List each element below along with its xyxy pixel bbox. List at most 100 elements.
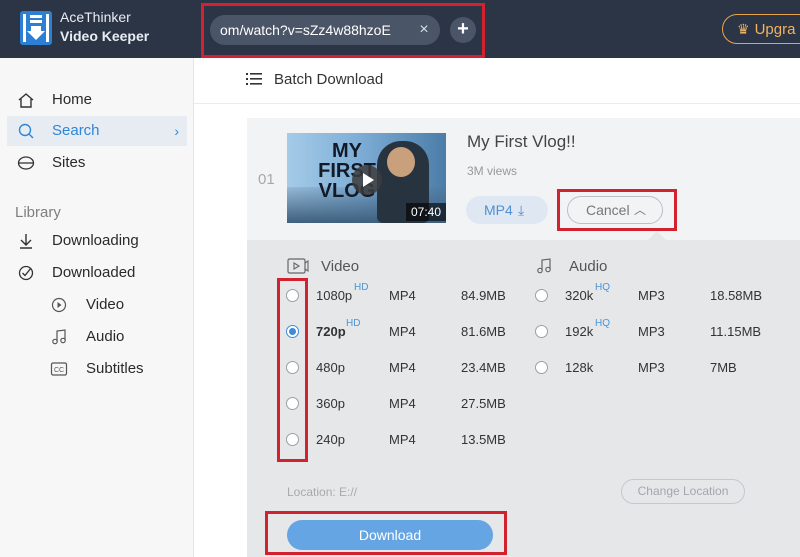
sidebar-item-label: Sites [52,154,86,171]
clear-url-icon[interactable]: × [414,20,434,40]
sidebar-item-label: Search [52,122,100,139]
play-icon[interactable] [352,165,382,195]
video-duration: 07:40 [406,203,447,221]
upgrade-label: Upgra [754,21,796,38]
video-section-heading: Video [287,258,359,276]
option-size: 23.4MB [461,360,506,375]
option-size: 81.6MB [461,324,506,339]
option-size: 11.15MB [710,324,762,339]
sidebar-item-downloading[interactable]: Downloading [7,226,187,256]
format-download-button[interactable]: MP4 ⤓ [466,196,548,224]
sidebar-item-home[interactable]: Home [7,85,187,115]
option-format: MP3 [638,324,665,339]
audio-heading-label: Audio [569,258,608,275]
app-logo-icon [20,11,52,45]
app-name: AceThinker Video Keeper [60,8,149,46]
sidebar-item-label: Downloaded [52,264,136,281]
option-quality: 128k [565,360,594,375]
option-format: MP4 [389,432,416,447]
sidebar-item-video[interactable]: Video [50,293,124,317]
video-option-radio-1080p[interactable] [286,289,299,302]
option-quality: 320k [565,288,594,303]
panel-pointer [648,231,666,240]
video-option-radio-240p[interactable] [286,433,299,446]
option-format: MP4 [389,360,416,375]
option-size: 7MB [710,360,737,375]
video-option-row[interactable]: 240p MP4 13.5MB [286,430,516,450]
option-quality: 360p [316,396,345,411]
audio-option-radio-192k[interactable] [535,325,548,338]
search-icon [18,123,34,139]
audio-option-row[interactable]: 192k HQ MP3 11.15MB [535,318,775,342]
audio-option-radio-320k[interactable] [535,289,548,302]
option-quality: 480p [316,360,345,375]
option-size: 13.5MB [461,432,506,447]
change-location-button[interactable]: Change Location [621,479,745,504]
url-input[interactable]: om/watch?v=sZz4w88hzoE [210,15,440,45]
chevron-right-icon: › [174,123,179,139]
home-icon [18,93,34,108]
app-name-line1: AceThinker [60,9,131,25]
hq-badge: HQ [595,282,610,293]
video-option-row[interactable]: 360p MP4 27.5MB [286,394,516,414]
save-location: Location: E:// [287,485,358,499]
audio-option-radio-128k[interactable] [535,361,548,374]
format-label: MP4 [484,202,513,218]
sidebar-item-downloaded[interactable]: Downloaded [7,258,187,288]
download-button[interactable]: Download [287,520,493,550]
video-heading-label: Video [321,258,360,275]
option-quality: 192k [565,324,594,339]
sidebar-item-label: Subtitles [86,360,144,377]
cancel-label: Cancel [586,202,630,218]
video-option-row[interactable]: 480p MP4 23.4MB [286,358,516,378]
chevron-up-icon: ︿ [634,203,647,217]
option-size: 18.58MB [710,288,763,303]
video-option-radio-480p[interactable] [286,361,299,374]
download-icon [20,234,32,249]
sidebar-item-label: Downloading [52,232,139,249]
option-quality: 240p [316,432,345,447]
sidebar-item-sites[interactable]: Sites [7,148,187,178]
audio-option-row[interactable]: 128k MP3 7MB [535,358,775,378]
option-format: MP4 [389,288,416,303]
list-icon [246,73,262,85]
item-index: 01 [258,171,275,188]
sidebar-item-subtitles[interactable]: CC Subtitles [50,357,144,381]
video-option-radio-720p[interactable] [286,325,299,338]
hd-badge: HD [346,318,361,329]
sidebar-item-label: Audio [86,328,125,345]
play-circle-icon [51,297,67,313]
library-heading: Library [15,204,61,221]
music-note-icon [52,329,66,345]
cancel-button[interactable]: Cancel ︿ [567,196,663,224]
hq-badge: HQ [595,318,610,329]
option-quality: 1080p [316,288,353,303]
upgrade-button[interactable]: ♛ Upgra [722,14,800,44]
top-bar: AceThinker Video Keeper om/watch?v=sZz4w… [0,0,800,58]
app-name-line2: Video Keeper [60,28,150,44]
svg-text:CC: CC [54,367,64,374]
add-url-button[interactable]: + [450,17,476,43]
check-circle-icon [18,265,34,281]
option-size: 84.9MB [461,288,506,303]
hd-badge: HD [354,282,369,293]
video-views: 3M views [467,164,518,178]
video-file-icon [287,258,309,274]
download-arrow-icon: ⤓ [518,202,525,218]
option-format: MP4 [389,396,416,411]
video-option-radio-360p[interactable] [286,397,299,410]
toolbar: Batch Download [194,58,800,104]
audio-section-heading: Audio [535,258,607,276]
option-format: MP3 [638,288,665,303]
sidebar-item-audio[interactable]: Audio [50,325,124,349]
sidebar-item-label: Home [52,91,93,108]
batch-download-button[interactable]: Batch Download [246,70,383,90]
video-option-row[interactable]: 1080p HD MP4 84.9MB [286,282,516,306]
video-option-row[interactable]: 720p HD MP4 81.6MB [286,318,516,342]
sidebar-item-search[interactable]: Search › [7,116,187,146]
closed-captions-icon: CC [50,362,68,376]
batch-download-label: Batch Download [274,71,384,88]
thumbnail-face [387,147,415,177]
audio-option-row[interactable]: 320k HQ MP3 18.58MB [535,282,775,306]
video-title: My First Vlog!! [467,132,576,151]
